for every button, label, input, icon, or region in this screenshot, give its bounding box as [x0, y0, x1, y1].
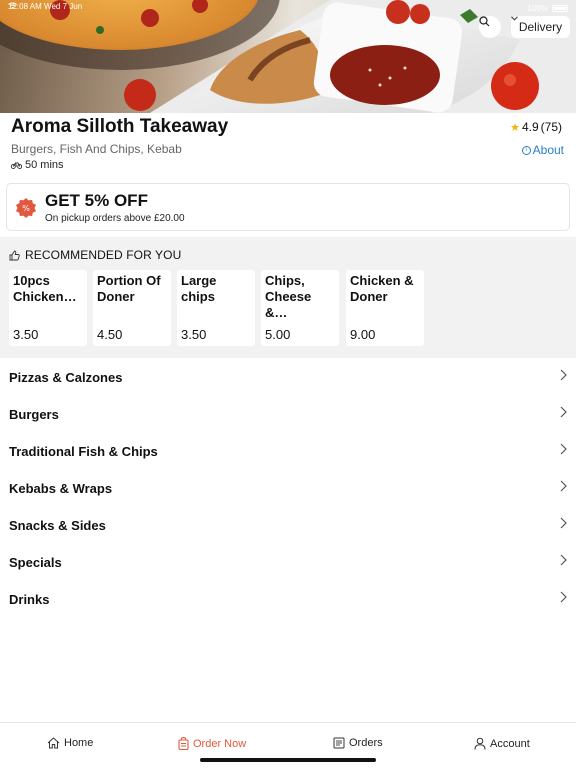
category-label: Traditional Fish & Chips	[9, 444, 158, 459]
nav-orders-label: Orders	[349, 737, 383, 749]
recommended-item-name: Portion Of Doner	[97, 273, 168, 305]
delivery-mode-select[interactable]: Delivery	[511, 16, 570, 38]
category-row[interactable]: Snacks & Sides	[0, 506, 576, 543]
discount-badge-icon: %	[16, 198, 36, 218]
recommended-item-price: 4.50	[97, 327, 123, 342]
rating-count: (75)	[540, 120, 562, 134]
category-row[interactable]: Kebabs & Wraps	[0, 469, 576, 506]
recommended-item-card[interactable]: Chicken & Doner 9.00	[346, 270, 424, 346]
recommended-item-price: 3.50	[181, 327, 207, 342]
nav-account[interactable]: Account	[474, 737, 530, 750]
bike-icon	[11, 162, 22, 169]
nav-orders[interactable]: Orders	[333, 737, 383, 749]
status-date: Wed 7 Jun	[44, 2, 83, 11]
svg-text:%: %	[22, 204, 30, 213]
category-label: Kebabs & Wraps	[9, 481, 113, 496]
chevron-right-icon	[560, 480, 567, 492]
category-label: Burgers	[9, 407, 59, 422]
star-icon: ★	[510, 121, 520, 134]
search-icon	[479, 16, 490, 27]
info-icon: i	[521, 145, 531, 155]
recommended-item-name: Large chips	[181, 273, 252, 305]
category-label: Specials	[9, 555, 62, 570]
category-row[interactable]: Traditional Fish & Chips	[0, 432, 576, 469]
chevron-right-icon	[560, 517, 567, 529]
recommended-item-card[interactable]: Chips, Cheese &… 5.00	[261, 270, 339, 346]
chevron-right-icon	[560, 591, 567, 603]
nav-account-label: Account	[490, 737, 530, 750]
nav-home-label: Home	[64, 737, 94, 749]
category-row[interactable]: Specials	[0, 543, 576, 580]
category-row[interactable]: Burgers	[0, 395, 576, 432]
recommended-item-name: Chicken & Doner	[350, 273, 421, 305]
recommended-item-name-line1: Chicken &	[350, 273, 414, 288]
eta-value: 50 mins	[25, 159, 64, 171]
search-button[interactable]	[479, 16, 501, 38]
chevron-right-icon	[560, 554, 567, 566]
nav-order-now-label: Order Now	[193, 737, 247, 750]
recommended-header: RECOMMENDED FOR YOU	[9, 248, 181, 262]
chevron-down-icon	[511, 16, 518, 21]
recommended-item-name-line2: Doner	[97, 289, 135, 304]
category-row[interactable]: Drinks	[0, 580, 576, 617]
about-link[interactable]: i About	[521, 143, 564, 157]
receipt-icon	[333, 737, 345, 749]
nav-order-now[interactable]: Order Now	[178, 737, 246, 750]
category-label: Drinks	[9, 592, 50, 607]
category-row[interactable]: Pizzas & Calzones	[0, 358, 576, 395]
recommended-item-price: 3.50	[13, 327, 39, 342]
recommended-item-name: 10pcs Chicken…	[13, 273, 84, 305]
battery-icon	[552, 4, 568, 12]
recommended-section: RECOMMENDED FOR YOU 10pcs Chicken… 3.50 Por…	[0, 237, 576, 358]
home-indicator	[200, 758, 376, 762]
recommended-item-name-line1: Large chips	[181, 273, 217, 304]
recommended-item-card[interactable]: Large chips 3.50	[177, 270, 255, 346]
offer-title: GET 5% OFF	[45, 191, 148, 210]
chevron-right-icon	[560, 443, 567, 455]
cuisine-list: Burgers, Fish And Chips, Kebab	[11, 142, 182, 156]
restaurant-name: Aroma Silloth Takeaway	[11, 116, 229, 137]
recommended-item-name-line1: 10pcs	[13, 273, 50, 288]
offer-subtitle: On pickup orders above £20.00	[45, 213, 185, 224]
nav-home[interactable]: Home	[47, 737, 93, 749]
category-label: Pizzas & Calzones	[9, 370, 123, 385]
recommended-item-name-line2: Cheese &…	[265, 289, 312, 320]
battery-percent: 100%	[527, 3, 548, 13]
rating-value: 4.9	[521, 120, 539, 134]
delivery-mode-label: Delivery	[518, 20, 563, 34]
recommended-item-card[interactable]: Portion Of Doner 4.50	[93, 270, 171, 346]
hero-image: 12:08 AM Wed 7 Jun 100% Delivery	[0, 0, 576, 113]
recommended-item-card[interactable]: 10pcs Chicken… 3.50	[9, 270, 87, 346]
recommended-item-name-line2: Doner	[350, 289, 388, 304]
recommended-item-name-line2: Chicken…	[13, 289, 77, 304]
delivery-time: 50 mins	[11, 159, 64, 171]
recommended-item-name: Chips, Cheese &…	[265, 273, 336, 321]
thumbs-up-icon	[9, 250, 20, 260]
chevron-right-icon	[560, 369, 567, 381]
offer-banner[interactable]: % GET 5% OFF On pickup orders above £20.…	[6, 183, 570, 231]
recommended-item-price: 9.00	[350, 327, 376, 342]
person-icon	[474, 737, 486, 750]
recommended-item-name-line1: Portion Of	[97, 273, 161, 288]
category-label: Snacks & Sides	[9, 518, 106, 533]
order-bag-icon	[178, 737, 189, 750]
home-icon	[47, 737, 60, 749]
recommended-item-name-line1: Chips,	[265, 273, 305, 288]
recommended-item-price: 5.00	[265, 327, 291, 342]
status-bar: 12:08 AM Wed 7 Jun 100%	[8, 2, 568, 14]
rating[interactable]: ★ 4.9 (75)	[510, 120, 562, 134]
recommended-title: RECOMMENDED FOR YOU	[25, 248, 182, 262]
about-label: About	[532, 143, 564, 157]
chevron-right-icon	[560, 406, 567, 418]
